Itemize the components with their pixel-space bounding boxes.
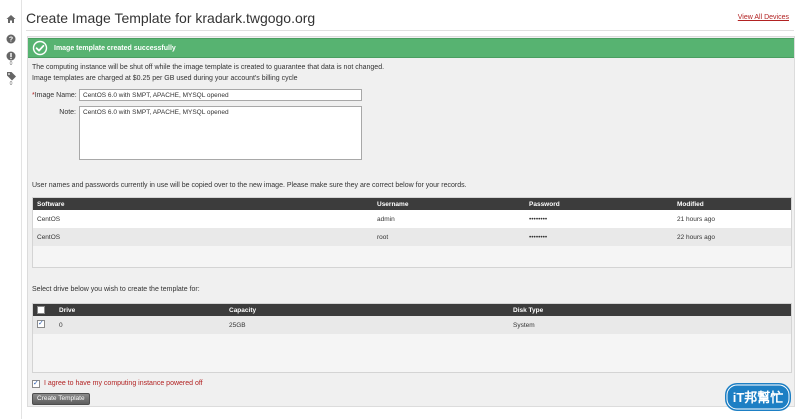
svg-text:iT邦幫忙: iT邦幫忙: [733, 390, 784, 405]
cell-capacity: 25GB: [229, 322, 246, 329]
agree-label: I agree to have my computing instance po…: [44, 380, 203, 387]
note-textarea[interactable]: CentOS 6.0 with SMPT, APACHE, MYSQL open…: [79, 106, 362, 160]
column-modified: Modified: [677, 201, 704, 208]
column-software: Software: [37, 201, 65, 208]
cell-password: ••••••••: [529, 234, 548, 241]
drives-table: Drive Capacity Disk Type 0 25GB System: [32, 303, 792, 373]
cell-disk-type: System: [513, 322, 535, 329]
billing-notice: Image templates are charged at $0.25 per…: [32, 75, 298, 82]
ithelp-watermark-logo: iT邦幫忙: [724, 380, 792, 414]
image-name-label: *Image Name:: [32, 92, 77, 99]
left-rail: ? 0 0: [0, 0, 22, 419]
alert-count: 0: [9, 61, 13, 67]
success-alert: Image template created successfully: [28, 38, 794, 58]
column-password: Password: [529, 201, 560, 208]
column-username: Username: [377, 201, 409, 208]
tag-count: 0: [9, 81, 13, 87]
cell-modified: 22 hours ago: [677, 234, 715, 241]
cell-software: CentOS: [37, 216, 61, 223]
credentials-table-header: Software Username Password Modified: [33, 198, 791, 210]
column-drive: Drive: [59, 307, 76, 314]
column-disk-type: Disk Type: [513, 307, 544, 314]
drive-checkbox[interactable]: [37, 319, 45, 328]
table-row: CentOS root •••••••• 22 hours ago: [33, 228, 791, 246]
agree-checkbox[interactable]: [32, 379, 40, 388]
drives-table-header: Drive Capacity Disk Type: [33, 304, 791, 316]
create-template-panel: Image template created successfully The …: [27, 36, 795, 407]
credentials-notice: User names and passwords currently in us…: [32, 182, 467, 189]
header-divider: [26, 30, 794, 31]
shutdown-notice: The computing instance will be shut off …: [32, 64, 385, 71]
credentials-table: Software Username Password Modified Cent…: [32, 197, 792, 268]
select-all-checkbox[interactable]: [37, 306, 45, 314]
table-row: CentOS admin •••••••• 21 hours ago: [33, 210, 791, 228]
svg-text:?: ?: [9, 37, 13, 44]
home-icon[interactable]: [3, 11, 19, 27]
image-name-input[interactable]: [79, 89, 362, 101]
success-message: Image template created successfully: [54, 45, 176, 52]
cell-modified: 21 hours ago: [677, 216, 715, 223]
cell-drive: 0: [59, 322, 63, 329]
cell-username: admin: [377, 216, 395, 223]
view-all-devices-link[interactable]: View All Devices: [738, 14, 789, 21]
cell-username: root: [377, 234, 389, 241]
page-title: Create Image Template for kradark.twgogo…: [26, 10, 316, 26]
note-label: Note:: [59, 109, 76, 116]
help-icon[interactable]: ?: [3, 31, 19, 47]
cell-software: CentOS: [37, 234, 61, 241]
check-circle-icon: [32, 40, 48, 56]
column-capacity: Capacity: [229, 307, 257, 314]
cell-password: ••••••••: [529, 216, 548, 223]
create-template-button[interactable]: Create Template: [32, 393, 90, 405]
drive-select-notice: Select drive below you wish to create th…: [32, 286, 200, 293]
table-row: 0 25GB System: [33, 316, 791, 334]
